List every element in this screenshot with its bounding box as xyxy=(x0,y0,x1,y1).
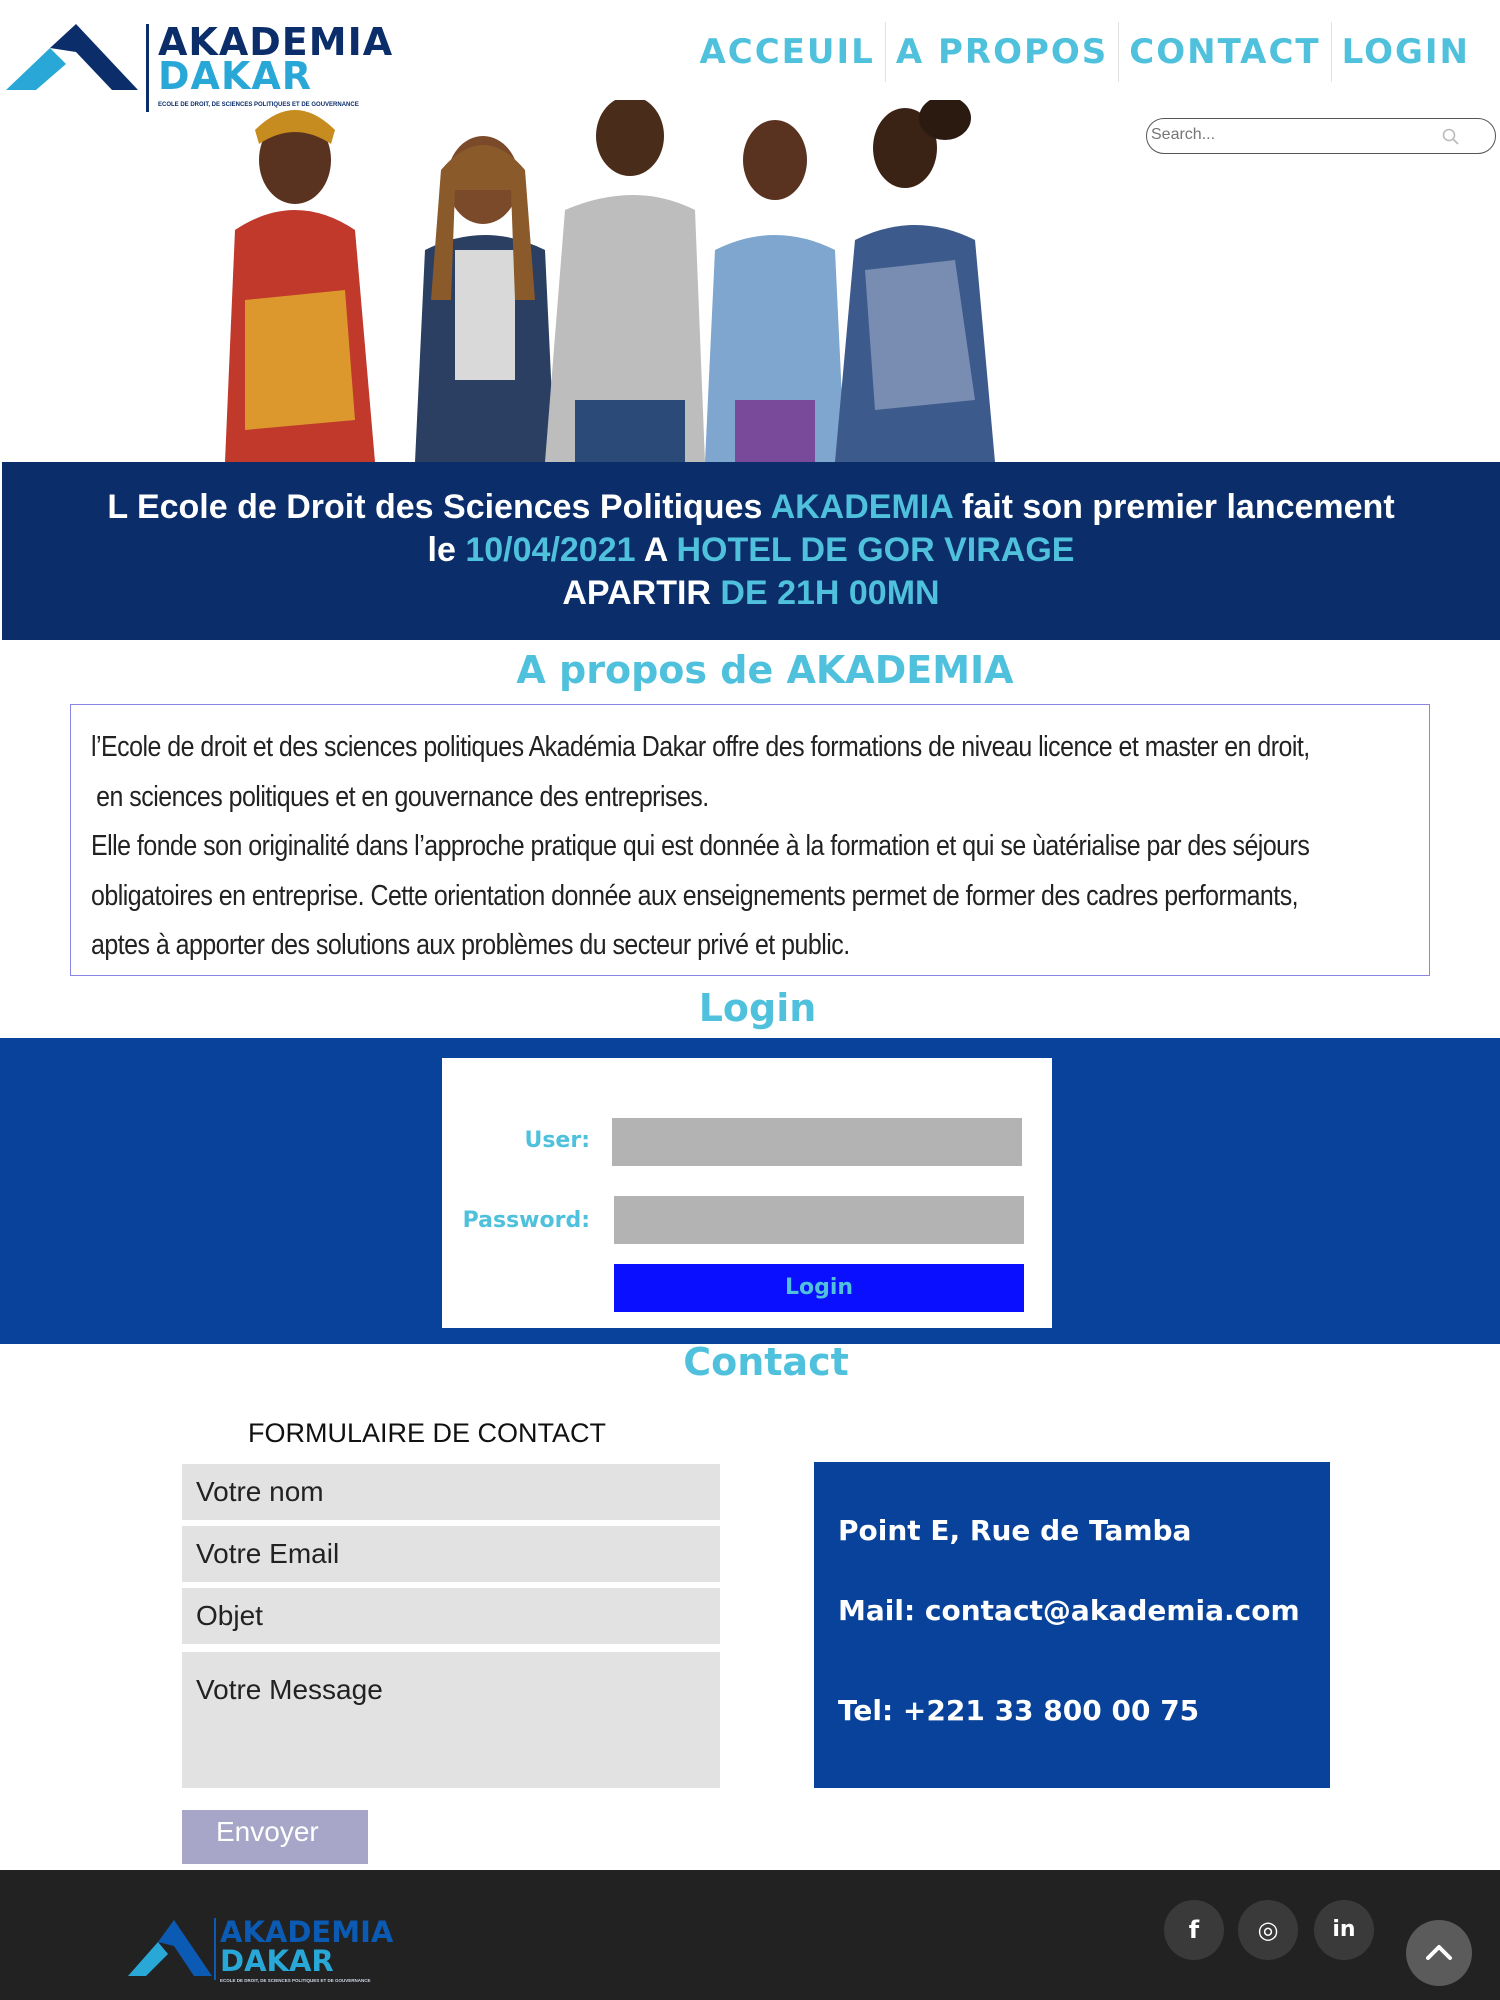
contact-title: Contact xyxy=(683,1340,849,1384)
login-button[interactable]: Login xyxy=(614,1264,1024,1312)
contact-form-title: FORMULAIRE DE CONTACT xyxy=(248,1418,607,1448)
hero-image xyxy=(215,96,1215,462)
about-line: Elle fonde son originalité dans l’approc… xyxy=(91,830,1310,862)
logo-mark-icon xyxy=(128,1920,212,1976)
footer-logo[interactable]: AKADEMIA DAKAR ECOLE DE DROIT, DE SCIENC… xyxy=(128,1916,428,1986)
footer-logo-text-dakar: DAKAR xyxy=(220,1944,334,1978)
back-to-top-button[interactable] xyxy=(1406,1920,1472,1986)
banner-text: APARTIR xyxy=(562,574,721,612)
about-line: en sciences politiques et en gouvernance… xyxy=(96,780,709,813)
contact-info-box: Point E, Rue de Tamba Mail: contact@akad… xyxy=(814,1462,1330,1788)
facebook-icon[interactable]: f xyxy=(1164,1900,1224,1960)
about-text-box: l’Ecole de droit et des sciences politiq… xyxy=(70,704,1430,976)
banner-text: A xyxy=(635,531,677,569)
banner-highlight-akademia: AKADEMIA xyxy=(770,488,953,526)
chevron-up-icon xyxy=(1426,1945,1452,1960)
password-label: Password: xyxy=(462,1208,590,1233)
user-input[interactable] xyxy=(612,1118,1022,1166)
students-illustration xyxy=(225,96,995,462)
banner-time: DE 21H 00MN xyxy=(720,574,940,612)
footer-logo-tagline: ECOLE DE DROIT, DE SCIENCES POLITIQUES E… xyxy=(220,1978,371,1983)
mail-text[interactable]: Mail: contact@akademia.com xyxy=(838,1594,1300,1627)
instagram-icon[interactable]: ◎ xyxy=(1238,1900,1298,1960)
email-field[interactable]: Votre Email xyxy=(182,1526,720,1582)
announcement-banner: L Ecole de Droit des Sciences Politiques… xyxy=(2,462,1500,640)
search-icon[interactable] xyxy=(1441,127,1461,147)
login-card: User: Password: Login xyxy=(442,1058,1052,1328)
main-nav: ACCEUIL A PROPOS CONTACT LOGIN xyxy=(689,22,1480,82)
subject-field[interactable]: Objet xyxy=(182,1588,720,1644)
nav-login[interactable]: LOGIN xyxy=(1330,22,1480,82)
site-logo[interactable]: AKADEMIA DAKAR ECOLE DE DROIT, DE SCIENC… xyxy=(6,22,426,112)
about-title: A propos de AKADEMIA xyxy=(516,648,1014,692)
message-field[interactable]: Votre Message xyxy=(182,1652,720,1788)
about-line: l’Ecole de droit et des sciences politiq… xyxy=(91,731,1310,763)
about-line: aptes à apporter des solutions aux probl… xyxy=(91,929,850,961)
banner-text: le xyxy=(427,531,466,569)
banner-line-2: le 10/04/2021 A HOTEL DE GOR VIRAGE xyxy=(2,529,1500,572)
nav-accueil[interactable]: ACCEUIL xyxy=(689,22,884,82)
linkedin-icon[interactable]: in xyxy=(1314,1900,1374,1960)
logo-divider xyxy=(146,24,149,112)
name-field[interactable]: Votre nom xyxy=(182,1464,720,1520)
banner-venue: HOTEL DE GOR VIRAGE xyxy=(676,531,1075,569)
banner-line-1: L Ecole de Droit des Sciences Politiques… xyxy=(2,486,1500,529)
user-label: User: xyxy=(524,1128,590,1153)
password-input[interactable] xyxy=(614,1196,1024,1244)
banner-line-3: APARTIR DE 21H 00MN xyxy=(2,572,1500,615)
address-text: Point E, Rue de Tamba xyxy=(838,1514,1192,1547)
logo-text-dakar: DAKAR xyxy=(158,54,313,98)
phone-text[interactable]: Tel: +221 33 800 00 75 xyxy=(838,1694,1199,1727)
nav-a-propos[interactable]: A PROPOS xyxy=(884,22,1118,82)
footer-logo-divider xyxy=(214,1918,216,1980)
banner-text: L Ecole de Droit des Sciences Politiques xyxy=(107,488,771,526)
logo-mark-icon xyxy=(6,24,138,90)
login-title: Login xyxy=(698,986,817,1030)
banner-text: fait son premier lancement xyxy=(952,488,1395,526)
banner-date: 10/04/2021 xyxy=(465,531,636,569)
about-line: obligatoires en entreprise. Cette orient… xyxy=(91,879,1299,912)
send-button[interactable]: Envoyer xyxy=(182,1810,368,1864)
nav-contact[interactable]: CONTACT xyxy=(1118,22,1330,82)
